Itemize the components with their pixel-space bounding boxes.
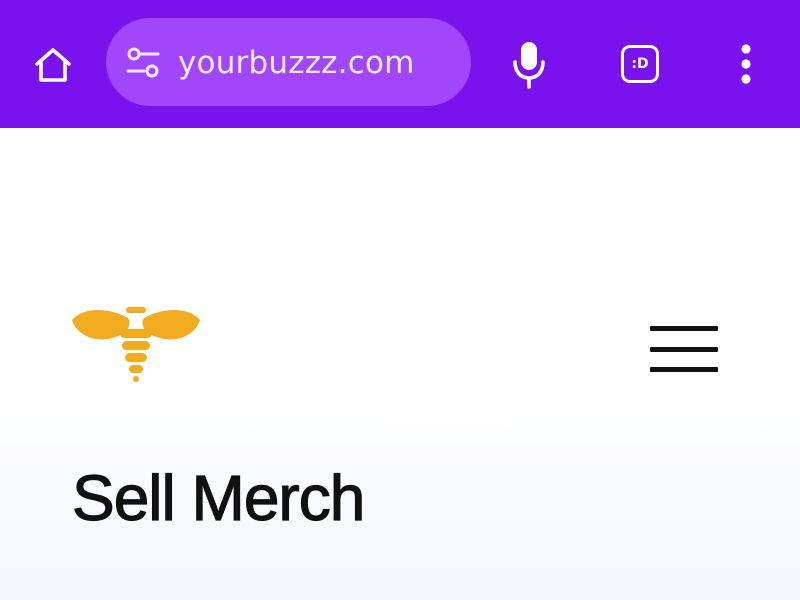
hamburger-menu-icon[interactable]	[644, 318, 724, 380]
tab-switcher-icon: :D	[621, 45, 659, 83]
home-icon	[35, 48, 71, 82]
more-vert-icon	[741, 44, 751, 84]
voice-search-button[interactable]	[504, 36, 554, 92]
tab-switcher-button[interactable]: :D	[614, 38, 666, 90]
home-button[interactable]	[28, 40, 78, 90]
tab-count-label: :D	[631, 56, 649, 72]
microphone-icon	[513, 42, 545, 89]
browser-toolbar: yourbuzzz.com :D	[0, 0, 800, 128]
bee-logo-icon[interactable]	[70, 178, 202, 388]
address-bar[interactable]: yourbuzzz.com	[106, 18, 471, 106]
site-settings-button[interactable]	[124, 44, 162, 82]
page-headline: Sell Merch	[71, 461, 366, 534]
url-text[interactable]: yourbuzzz.com	[178, 43, 415, 83]
browser-menu-button[interactable]	[725, 36, 767, 92]
tune-icon	[126, 47, 160, 78]
